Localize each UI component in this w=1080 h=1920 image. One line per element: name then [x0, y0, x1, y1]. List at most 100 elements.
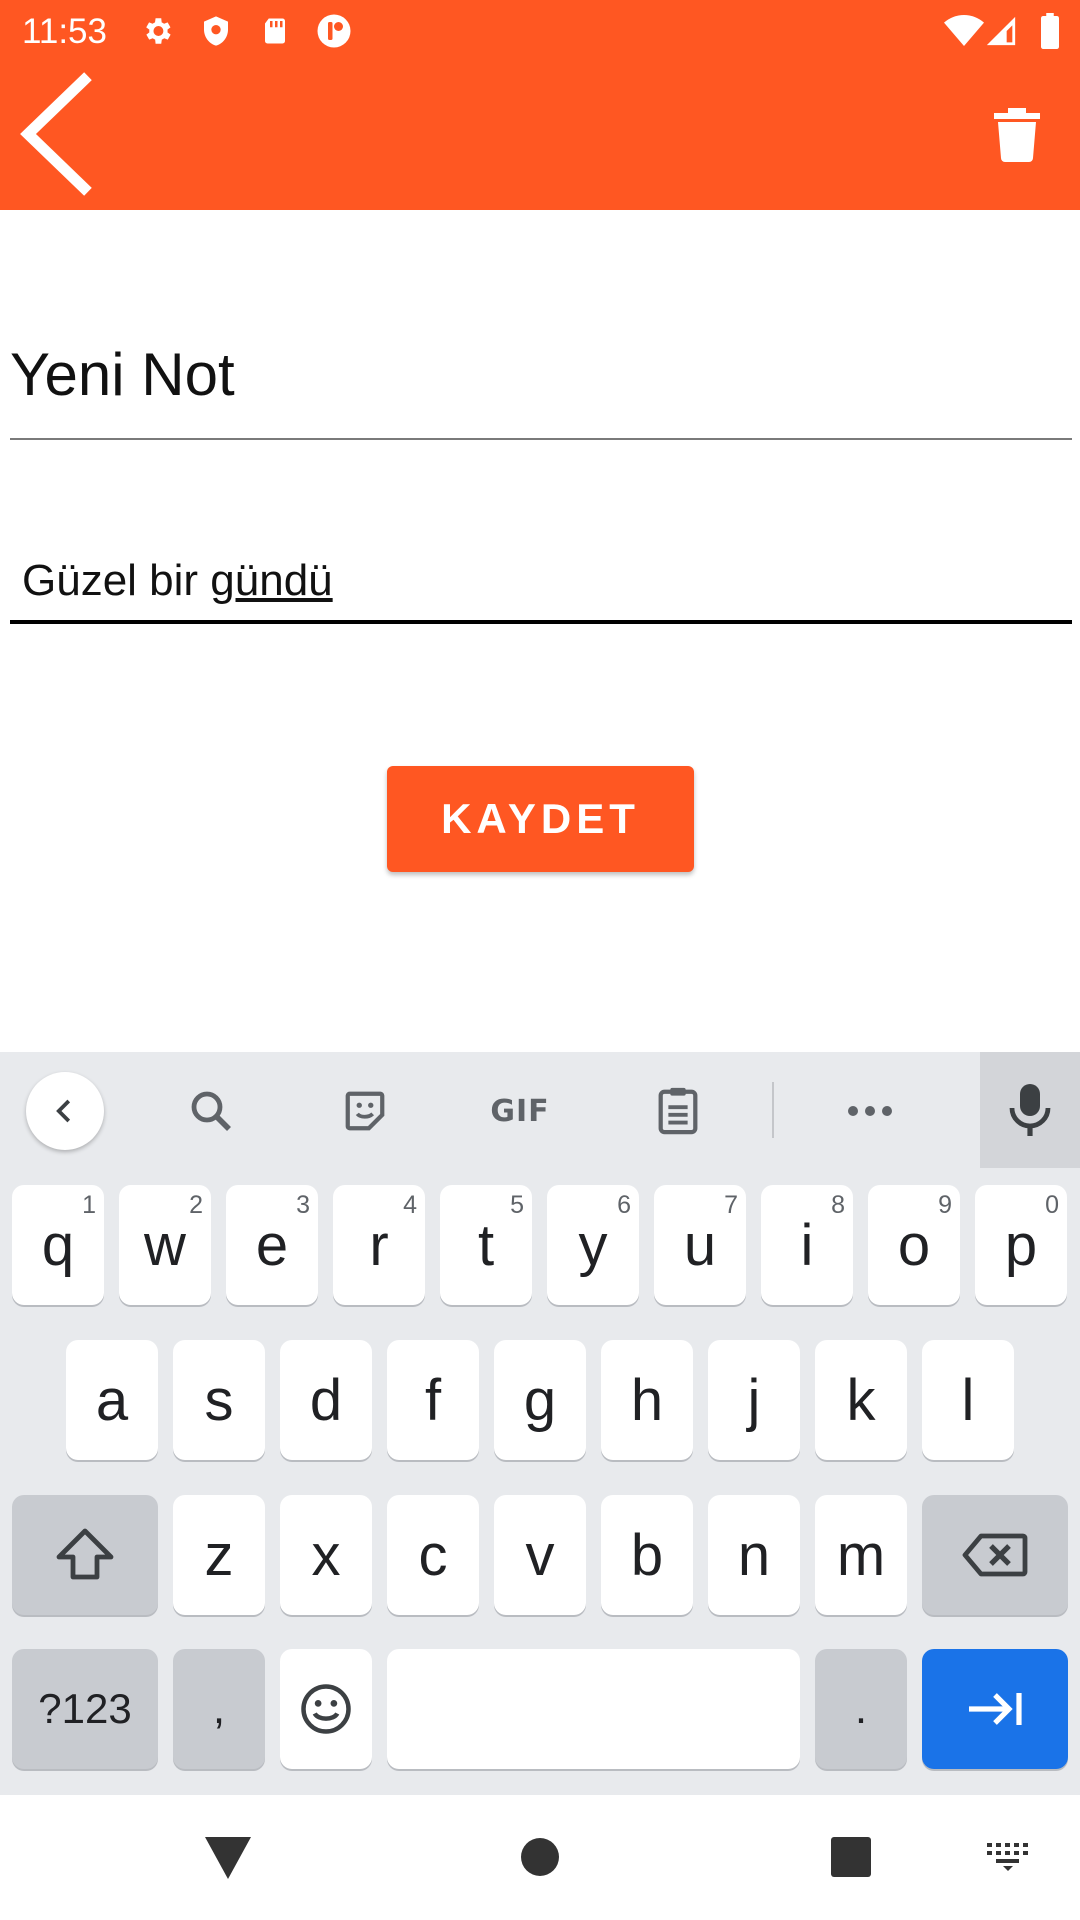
key-z[interactable]: z — [173, 1495, 265, 1615]
key-o-label: o — [897, 1212, 931, 1278]
key-q[interactable]: q1 — [12, 1185, 104, 1305]
sd-card-icon — [265, 18, 285, 44]
note-body-value: Güzel bir gündü — [22, 556, 333, 606]
space-key[interactable] — [387, 1649, 800, 1769]
soft-keyboard: GIF q1 w2 e3 r4 t5 y 6 u 7 i 8 o 9 p 0 a… — [0, 1052, 1080, 1795]
comma-key[interactable]: , — [173, 1649, 265, 1769]
key-y-label: y — [578, 1212, 608, 1278]
navigation-bar — [0, 1795, 1080, 1920]
key-o-hint: 9 — [938, 1191, 952, 1219]
key-r[interactable]: r4 — [333, 1185, 425, 1305]
search-icon — [191, 1091, 231, 1131]
key-c[interactable]: c — [387, 1495, 479, 1615]
keyboard-gif-button[interactable]: GIF — [485, 1076, 555, 1146]
back-button[interactable] — [14, 72, 94, 196]
key-f[interactable]: f — [387, 1340, 479, 1460]
keyboard-clipboard-button[interactable] — [643, 1076, 713, 1146]
key-n[interactable]: n — [708, 1495, 800, 1615]
key-w-label: w — [144, 1212, 186, 1278]
keyboard-search-button[interactable] — [176, 1076, 246, 1146]
toolbar-divider — [772, 1082, 774, 1138]
more-icon — [848, 1106, 892, 1116]
emoji-key[interactable] — [280, 1649, 372, 1769]
shift-icon — [56, 1528, 114, 1580]
key-a[interactable]: a — [66, 1340, 158, 1460]
recents-square-icon[interactable] — [831, 1837, 871, 1877]
key-u-hint: 7 — [724, 1191, 738, 1219]
status-time: 11:53 — [22, 12, 107, 51]
app-bar: 11:53 — [0, 0, 1080, 210]
key-i-label: i — [800, 1212, 814, 1278]
key-d[interactable]: d — [280, 1340, 372, 1460]
shift-key[interactable] — [12, 1495, 158, 1615]
home-circle-icon[interactable] — [520, 1837, 560, 1877]
key-w-hint: 2 — [189, 1191, 203, 1219]
key-r-label: r — [369, 1212, 389, 1278]
key-p-hint: 0 — [1045, 1191, 1059, 1219]
key-j[interactable]: j — [708, 1340, 800, 1460]
key-k[interactable]: k — [815, 1340, 907, 1460]
keyboard-sticker-button[interactable] — [330, 1076, 400, 1146]
trash-icon — [994, 108, 1040, 162]
delete-button[interactable] — [994, 108, 1040, 162]
next-field-key[interactable] — [922, 1649, 1068, 1769]
key-e-label: e — [255, 1212, 289, 1278]
key-y[interactable]: y6 — [547, 1185, 639, 1305]
symbols-key-label: ?123 — [38, 1685, 132, 1732]
note-body-composing-word: gündü — [210, 556, 333, 605]
key-b[interactable]: b — [601, 1495, 693, 1615]
keyboard-toolbar: GIF — [0, 1052, 1080, 1170]
key-g[interactable]: g — [494, 1340, 586, 1460]
save-button[interactable]: KAYDET — [387, 766, 694, 872]
keyboard-more-button[interactable] — [835, 1076, 905, 1146]
cellular-signal-icon — [986, 16, 1016, 46]
keyboard-back-button[interactable] — [26, 1072, 104, 1150]
key-q-label: q — [41, 1212, 75, 1278]
chevron-left-icon — [20, 72, 92, 196]
key-i-hint: 8 — [831, 1191, 845, 1219]
key-v[interactable]: v — [494, 1495, 586, 1615]
comma-key-label: , — [212, 1684, 226, 1733]
backspace-key[interactable] — [922, 1495, 1068, 1615]
period-key-label: . — [854, 1684, 868, 1733]
key-i[interactable]: i8 — [761, 1185, 853, 1305]
key-u-label: u — [683, 1212, 717, 1278]
key-t-hint: 5 — [510, 1191, 524, 1219]
key-r-hint: 4 — [403, 1191, 417, 1219]
key-p-label: p — [1004, 1212, 1038, 1278]
mic-icon — [1009, 1084, 1051, 1136]
key-y-hint: 6 — [617, 1191, 631, 1219]
key-p[interactable]: p0 — [975, 1185, 1067, 1305]
key-m[interactable]: m — [815, 1495, 907, 1615]
tab-next-icon — [969, 1693, 1022, 1725]
note-body-text: Güzel bir — [22, 556, 211, 605]
shield-icon — [204, 16, 228, 46]
emoji-icon — [301, 1684, 351, 1734]
key-w[interactable]: w2 — [119, 1185, 211, 1305]
key-e-hint: 3 — [296, 1191, 310, 1219]
period-key[interactable]: . — [815, 1649, 907, 1769]
gif-icon: GIF — [490, 1093, 550, 1129]
key-t[interactable]: t5 — [440, 1185, 532, 1305]
key-t-label: t — [477, 1212, 495, 1278]
key-e[interactable]: e3 — [226, 1185, 318, 1305]
status-icons-right — [944, 12, 1062, 52]
gear-icon — [146, 18, 171, 44]
key-o[interactable]: o9 — [868, 1185, 960, 1305]
key-l[interactable]: l — [922, 1340, 1014, 1460]
key-x[interactable]: x — [280, 1495, 372, 1615]
chevron-left-icon — [56, 1099, 71, 1123]
wifi-icon — [944, 15, 984, 46]
note-body-input[interactable]: Güzel bir gündü — [10, 550, 1072, 624]
key-h[interactable]: h — [601, 1340, 693, 1460]
key-u[interactable]: u7 — [654, 1185, 746, 1305]
notification-app-icon — [317, 14, 351, 48]
clipboard-icon — [658, 1087, 698, 1135]
keyboard-switch-icon[interactable] — [987, 1843, 1029, 1871]
note-title-value: Yeni Not — [10, 341, 235, 408]
keyboard-mic-button[interactable] — [980, 1052, 1080, 1168]
key-s[interactable]: s — [173, 1340, 265, 1460]
note-title-input[interactable]: Yeni Not — [10, 330, 1072, 440]
back-triangle-icon[interactable] — [205, 1837, 251, 1879]
symbols-key[interactable]: ?123 — [12, 1649, 158, 1769]
